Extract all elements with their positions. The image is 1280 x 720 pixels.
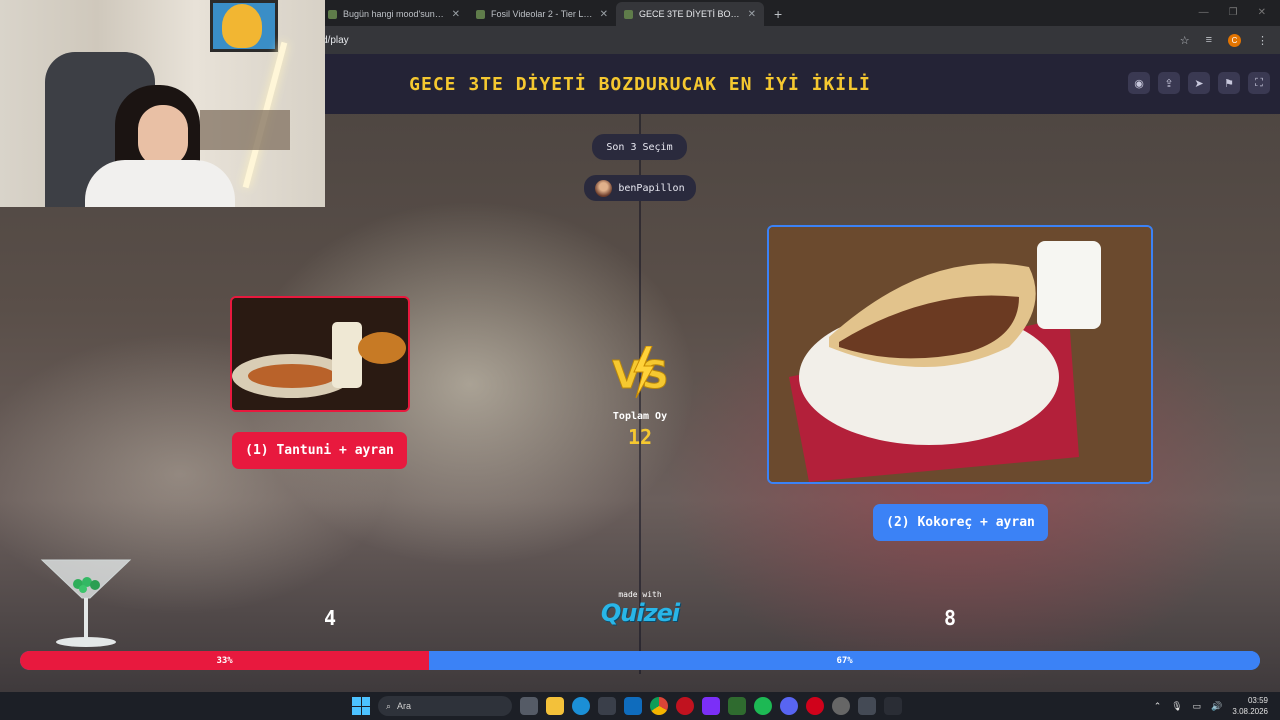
share-icon[interactable]: ⇪ [1158,72,1180,94]
taskbar-search[interactable]: ⌕ Ara [378,696,512,716]
browser-tab[interactable]: Bugün hangi mood'sun? - Tier ✕ [320,2,468,26]
option-right-button[interactable]: (2) Kokoreç + ayran [873,504,1048,541]
votes-right: 8 [943,606,957,630]
tantuni-photo [232,298,408,410]
search-placeholder: Ara [397,701,412,711]
option-right-image[interactable] [767,225,1153,484]
browser-tab-active[interactable]: GECE 3TE DİYETİ BOZDURUCAK ✕ [616,2,764,26]
edge-icon[interactable] [572,697,590,715]
store-icon[interactable] [598,697,616,715]
tab-title: Bugün hangi mood'sun? - Tier [343,9,446,19]
tab-favicon-icon [328,9,337,19]
votes-left: 4 [323,606,337,630]
new-tab-button[interactable]: + [764,6,792,26]
app-icon[interactable] [858,697,876,715]
file-explorer-icon[interactable] [546,697,564,715]
tab-title: Fosil Videolar 2 - Tier List | Kör [491,9,594,19]
recent-user-name: benPapillon [618,182,685,194]
browser-menu-icon[interactable]: ⋮ [1257,34,1268,47]
desk [200,110,290,150]
option-left-button[interactable]: (1) Tantuni + ayran [232,432,407,469]
header-actions: ◉ ⇪ ➤ ⚑ ⛶ [1128,72,1270,94]
tab-close-icon[interactable]: ✕ [748,9,756,20]
quiz-title: GECE 3TE DİYETİ BOZDURUCAK EN İYİ İKİLİ [409,73,871,95]
task-view-icon[interactable] [520,697,538,715]
recent-user-chip: benPapillon [584,175,696,201]
close-window-icon[interactable]: ✕ [1258,7,1266,18]
maximize-icon[interactable]: ❐ [1229,7,1238,18]
vote-bar-left: 33% [20,651,430,670]
eye-icon[interactable]: ◉ [1128,72,1150,94]
fullscreen-icon[interactable]: ⛶ [1248,72,1270,94]
tab-favicon-icon [476,9,485,19]
versus-icon: VS [612,346,669,398]
gog-icon[interactable] [884,697,902,715]
clock-time: 03:59 [1247,696,1268,705]
search-icon: ⌕ [386,700,392,711]
kokorec-photo [769,227,1151,482]
system-tray: ⌃ 🎙 ▭ 🔊 03:59 3.08.2026 [1154,692,1268,720]
option-left-image[interactable] [230,296,410,412]
spotify-icon[interactable] [754,697,772,715]
clock-date: 3.08.2026 [1232,707,1268,716]
mail-icon[interactable] [624,697,642,715]
streamer-face [138,105,188,167]
tab-title: GECE 3TE DİYETİ BOZDURUCAK [639,9,742,19]
chevron-up-icon[interactable]: ⌃ [1154,701,1162,712]
total-votes-value: 12 [627,425,653,449]
tab-close-icon[interactable]: ✕ [600,9,608,20]
streamer-body [85,160,235,207]
clock[interactable]: 03:59 3.08.2026 [1232,695,1268,717]
settings-gear-icon[interactable] [832,697,850,715]
vote-progress-bar: 33% 67% [20,651,1260,670]
windows-start-icon[interactable] [352,697,370,715]
send-icon[interactable]: ➤ [1188,72,1210,94]
avatar [595,179,613,197]
chrome-icon[interactable] [650,697,668,715]
network-icon[interactable]: ▭ [1193,701,1202,712]
flag-icon[interactable]: ⚑ [1218,72,1240,94]
tab-favicon-icon [624,9,633,19]
clipchamp-icon[interactable] [702,697,720,715]
window-controls: — ❐ ✕ [1199,7,1280,26]
opera-icon[interactable] [806,697,824,715]
bookmark-star-icon[interactable]: ☆ [1180,34,1190,47]
media-control-icon[interactable]: ≡ [1206,34,1212,46]
made-with-label: made with [618,590,662,599]
discord-icon[interactable] [780,697,798,715]
cocktail-glass-icon [40,559,132,647]
url-field[interactable]: d/play [320,29,1180,51]
brand-logo[interactable]: Quizei [594,599,686,627]
recorder-icon[interactable] [676,697,694,715]
recent-choices-badge: Son 3 Seçim [592,134,687,160]
microphone-icon[interactable]: 🎙 [1171,701,1182,712]
duck-poster-icon [222,4,262,48]
total-votes-label: Toplam Oy [612,411,668,422]
browser-tab[interactable]: Fosil Videolar 2 - Tier List | Kör ✕ [468,2,616,26]
media-player-icon[interactable] [728,697,746,715]
minimize-icon[interactable]: — [1199,7,1209,18]
taskbar: ⌕ Ara ⌃ 🎙 ▭ 🔊 03:59 3.08.2026 [0,692,1280,720]
webcam-overlay [0,0,325,207]
profile-avatar[interactable]: C [1228,33,1241,47]
tab-close-icon[interactable]: ✕ [452,9,460,20]
vote-bar-right: 67% [429,651,1260,670]
volume-icon[interactable]: 🔊 [1211,701,1222,712]
